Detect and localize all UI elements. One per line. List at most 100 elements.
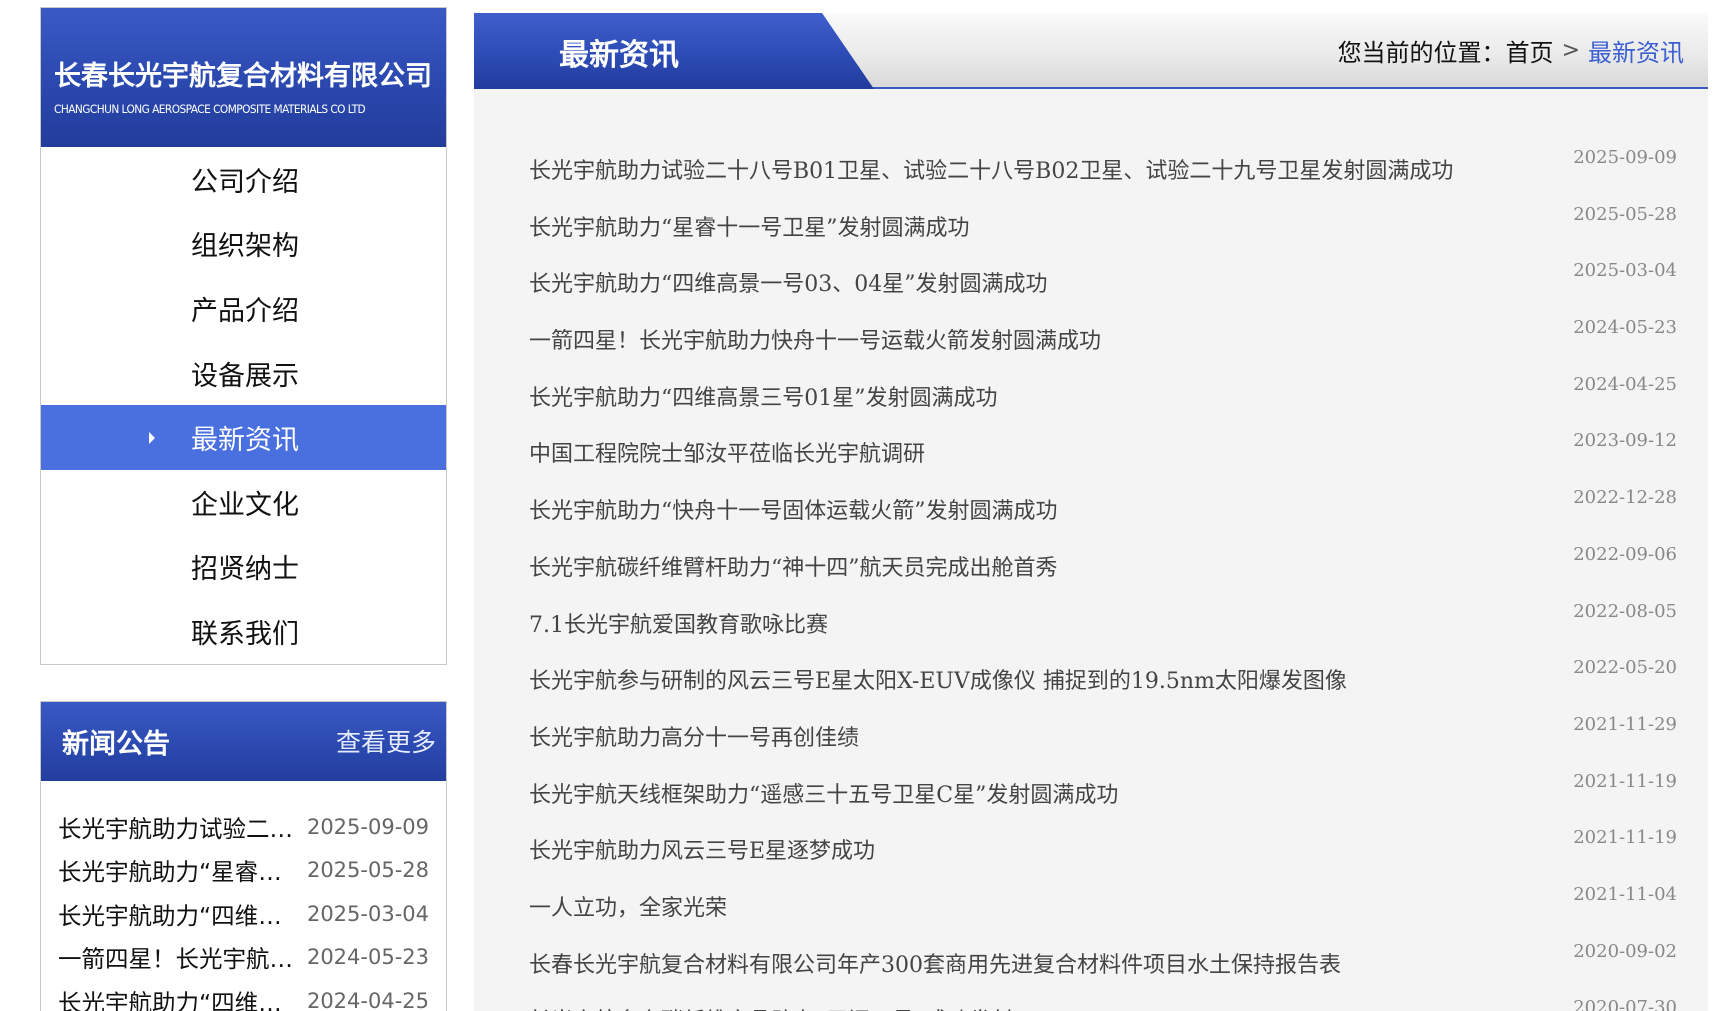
article-date: 2023-09-12 [1573, 430, 1677, 452]
sidebar-menu-item-label: 企业文化 [191, 489, 299, 521]
sidebar-menu-item[interactable]: 联系我们 [41, 599, 446, 664]
news-box-item[interactable]: 长光宇航助力试验二十八号B01卫星、试验二十八号B02卫星、试验二十九号卫星发射… [58, 805, 429, 849]
news-box-item-title[interactable]: 长光宇航助力试验二十八号B01卫星、试验二十八号B02卫星、试验二十九号卫星发射… [58, 810, 295, 844]
article-title-link[interactable]: 长光宇航助力“快舟十一号固体运载火箭”发射圆满成功 [529, 493, 1058, 525]
article-list-item: 一箭四星！长光宇航助力快舟十一号运载火箭发射圆满成功 2024-05-23 [529, 317, 1677, 380]
news-box-item[interactable]: 长光宇航助力“星睿十一号卫星”发射圆满成功 2025-05-28 [58, 848, 429, 892]
article-date: 2020-09-02 [1573, 940, 1677, 962]
article-list-item: 长光宇航助力高分十一号再创佳绩 2021-11-29 [529, 714, 1677, 777]
chevron-right-icon: > [1561, 38, 1580, 63]
article-date: 2022-09-06 [1573, 543, 1677, 565]
article-title-link[interactable]: 长光宇航多套碳纤维产品助力“天问一号”成功发射 [529, 1003, 1014, 1011]
article-title-link[interactable]: 长光宇航助力“星睿十一号卫星”发射圆满成功 [529, 210, 970, 242]
sidebar-menu-item[interactable]: 组织架构 [41, 212, 446, 277]
article-date: 2024-05-23 [1573, 317, 1677, 339]
news-box-item-title[interactable]: 一箭四星！长光宇航助力快舟十一号运载火箭发射圆满成功 [58, 940, 295, 974]
sidebar-menu-item[interactable]: 产品介绍 [41, 276, 446, 341]
article-list-item: 长光宇航助力“四维高景一号03、04星”发射圆满成功 2025-03-04 [529, 260, 1677, 323]
news-announcement-box: 新闻公告 查看更多 长光宇航助力试验二十八号B01卫星、试验二十八号B02卫星、… [40, 700, 447, 1011]
sidebar-menu-item-label: 联系我们 [191, 618, 299, 650]
news-box-list: 长光宇航助力试验二十八号B01卫星、试验二十八号B02卫星、试验二十九号卫星发射… [41, 780, 446, 1011]
article-title-link[interactable]: 长光宇航参与研制的风云三号E星太阳X-EUV成像仪 捕捉到的19.5nm太阳爆发… [529, 663, 1347, 695]
sidebar-menu-item-label: 最新资讯 [191, 425, 299, 457]
article-list-item: 长光宇航助力试验二十八号B01卫星、试验二十八号B02卫星、试验二十九号卫星发射… [529, 147, 1677, 210]
breadcrumb-home-link[interactable]: 首页 [1506, 33, 1554, 68]
article-list-item: 长光宇航助力“星睿十一号卫星”发射圆满成功 2025-05-28 [529, 204, 1677, 267]
news-box-item-date: 2025-03-04 [306, 901, 429, 926]
article-date: 2022-05-20 [1573, 657, 1677, 679]
triangle-right-icon [149, 431, 155, 444]
article-date: 2025-09-09 [1573, 147, 1677, 168]
news-box-item-date: 2025-09-09 [306, 814, 429, 839]
article-list-item: 长光宇航助力“快舟十一号固体运载火箭”发射圆满成功 2022-12-28 [529, 487, 1677, 550]
news-box-item[interactable]: 一箭四星！长光宇航助力快舟十一号运载火箭发射圆满成功 2024-05-23 [58, 935, 429, 979]
article-title-link[interactable]: 长光宇航助力试验二十八号B01卫星、试验二十八号B02卫星、试验二十九号卫星发射… [529, 153, 1453, 185]
sidebar-menu-item[interactable]: 招贤纳士 [41, 535, 446, 600]
sidebar-menu-item-label: 组织架构 [191, 231, 299, 263]
company-logo[interactable]: 长春长光宇航复合材料有限公司 CHANGCHUN LONG AEROSPACE … [40, 7, 447, 147]
logo-company-name-en: CHANGCHUN LONG AEROSPACE COMPOSITE MATER… [54, 102, 366, 116]
main-content: 最新资讯 您当前的位置： 首页 > 最新资讯 长光宇航助力试验二十八号B01卫星… [474, 13, 1708, 1011]
news-box-item[interactable]: 长光宇航助力“四维高景一号03、04星”发射圆满成功 2025-03-04 [58, 892, 429, 936]
section-header: 最新资讯 您当前的位置： 首页 > 最新资讯 [474, 13, 1708, 89]
sidebar-menu-item[interactable]: 最新资讯 [41, 405, 446, 470]
article-list-item: 长光宇航碳纤维臂杆助力“神十四”航天员完成出舱首秀 2022-09-06 [529, 544, 1677, 607]
article-list: 长光宇航助力试验二十八号B01卫星、试验二十八号B02卫星、试验二十九号卫星发射… [529, 147, 1677, 1011]
article-list-item: 7.1长光宇航爱国教育歌咏比赛 2022-08-05 [529, 601, 1677, 664]
article-title-link[interactable]: 一箭四星！长光宇航助力快舟十一号运载火箭发射圆满成功 [529, 323, 1101, 355]
logo-company-name-cn: 长春长光宇航复合材料有限公司 [54, 61, 432, 92]
news-box-item-date: 2024-05-23 [306, 945, 429, 969]
article-list-item: 长光宇航助力“四维高景三号01星”发射圆满成功 2024-04-25 [529, 374, 1677, 437]
article-date: 2022-12-28 [1573, 487, 1677, 509]
news-box-title: 新闻公告 [62, 728, 170, 760]
article-list-item: 长春长光宇航复合材料有限公司年产300套商用先进复合材料件项目水土保持报告表 20… [529, 941, 1677, 1004]
article-title-link[interactable]: 一人立功，全家光荣 [529, 890, 727, 922]
article-title-link[interactable]: 中国工程院院士邹汝平莅临长光宇航调研 [529, 436, 925, 468]
section-header-tab: 最新资讯 [474, 13, 874, 89]
article-date: 2025-03-04 [1573, 260, 1677, 282]
article-list-item: 长光宇航多套碳纤维产品助力“天问一号”成功发射 2020-07-30 [529, 997, 1677, 1011]
article-date: 2020-07-30 [1573, 997, 1677, 1011]
article-date: 2022-08-05 [1573, 600, 1677, 622]
article-title-link[interactable]: 长光宇航天线框架助力“遥感三十五号卫星C星”发射圆满成功 [529, 777, 1118, 809]
sidebar-menu-item-label: 设备展示 [191, 360, 299, 392]
sidebar-menu-item[interactable]: 企业文化 [41, 470, 446, 535]
sidebar: 长春长光宇航复合材料有限公司 CHANGCHUN LONG AEROSPACE … [40, 7, 447, 1011]
article-list-item: 长光宇航参与研制的风云三号E星太阳X-EUV成像仪 捕捉到的19.5nm太阳爆发… [529, 657, 1677, 720]
article-title-link[interactable]: 长光宇航助力“四维高景三号01星”发射圆满成功 [529, 380, 998, 412]
article-title-link[interactable]: 长光宇航助力“四维高景一号03、04星”发射圆满成功 [529, 266, 1047, 298]
breadcrumb-current[interactable]: 最新资讯 [1588, 33, 1684, 68]
article-date: 2021-11-19 [1573, 770, 1677, 792]
section-title: 最新资讯 [559, 38, 679, 73]
article-title-link[interactable]: 长光宇航助力高分十一号再创佳绩 [529, 720, 859, 752]
sidebar-menu-item-label: 产品介绍 [191, 295, 299, 327]
article-list-item: 一人立功，全家光荣 2021-11-04 [529, 884, 1677, 947]
sidebar-menu-item-label: 招贤纳士 [191, 554, 299, 586]
news-box-item-title[interactable]: 长光宇航助力“星睿十一号卫星”发射圆满成功 [58, 853, 295, 887]
article-date: 2021-11-29 [1573, 713, 1677, 735]
sidebar-menu-item[interactable]: 公司介绍 [41, 147, 446, 212]
sidebar-menu-item-label: 公司介绍 [191, 166, 299, 198]
article-title-link[interactable]: 长春长光宇航复合材料有限公司年产300套商用先进复合材料件项目水土保持报告表 [529, 947, 1341, 979]
view-more-link[interactable]: 查看更多 [336, 723, 436, 759]
news-box-item-title[interactable]: 长光宇航助力“四维高景三号01星”发射圆满成功 [58, 984, 295, 1011]
article-date: 2021-11-04 [1573, 883, 1677, 905]
article-list-item: 长光宇航天线框架助力“遥感三十五号卫星C星”发射圆满成功 2021-11-19 [529, 771, 1677, 834]
sidebar-menu-item[interactable]: 设备展示 [41, 341, 446, 406]
article-date: 2025-05-28 [1573, 203, 1677, 225]
article-title-link[interactable]: 长光宇航助力风云三号E星逐梦成功 [529, 833, 875, 865]
news-box-item-date: 2025-05-28 [306, 858, 429, 882]
news-box-item-date: 2024-04-25 [306, 988, 429, 1011]
breadcrumb-prefix: 您当前的位置： [1337, 39, 1506, 67]
news-box-header: 新闻公告 查看更多 [41, 701, 446, 781]
article-title-link[interactable]: 长光宇航碳纤维臂杆助力“神十四”航天员完成出舱首秀 [529, 550, 1058, 582]
breadcrumb: 您当前的位置： 首页 > 最新资讯 [1338, 33, 1684, 68]
article-list-item: 中国工程院院士邹汝平莅临长光宇航调研 2023-09-12 [529, 430, 1677, 493]
news-box-item-title[interactable]: 长光宇航助力“四维高景一号03、04星”发射圆满成功 [58, 897, 295, 931]
article-date: 2021-11-19 [1573, 827, 1677, 849]
sidebar-menu: 公司介绍组织架构产品介绍设备展示最新资讯企业文化招贤纳士联系我们 [40, 147, 447, 665]
article-date: 2024-04-25 [1573, 373, 1677, 395]
article-list-item: 长光宇航助力风云三号E星逐梦成功 2021-11-19 [529, 827, 1677, 890]
news-box-item[interactable]: 长光宇航助力“四维高景三号01星”发射圆满成功 2024-04-25 [58, 979, 429, 1011]
article-title-link[interactable]: 7.1长光宇航爱国教育歌咏比赛 [529, 607, 828, 639]
